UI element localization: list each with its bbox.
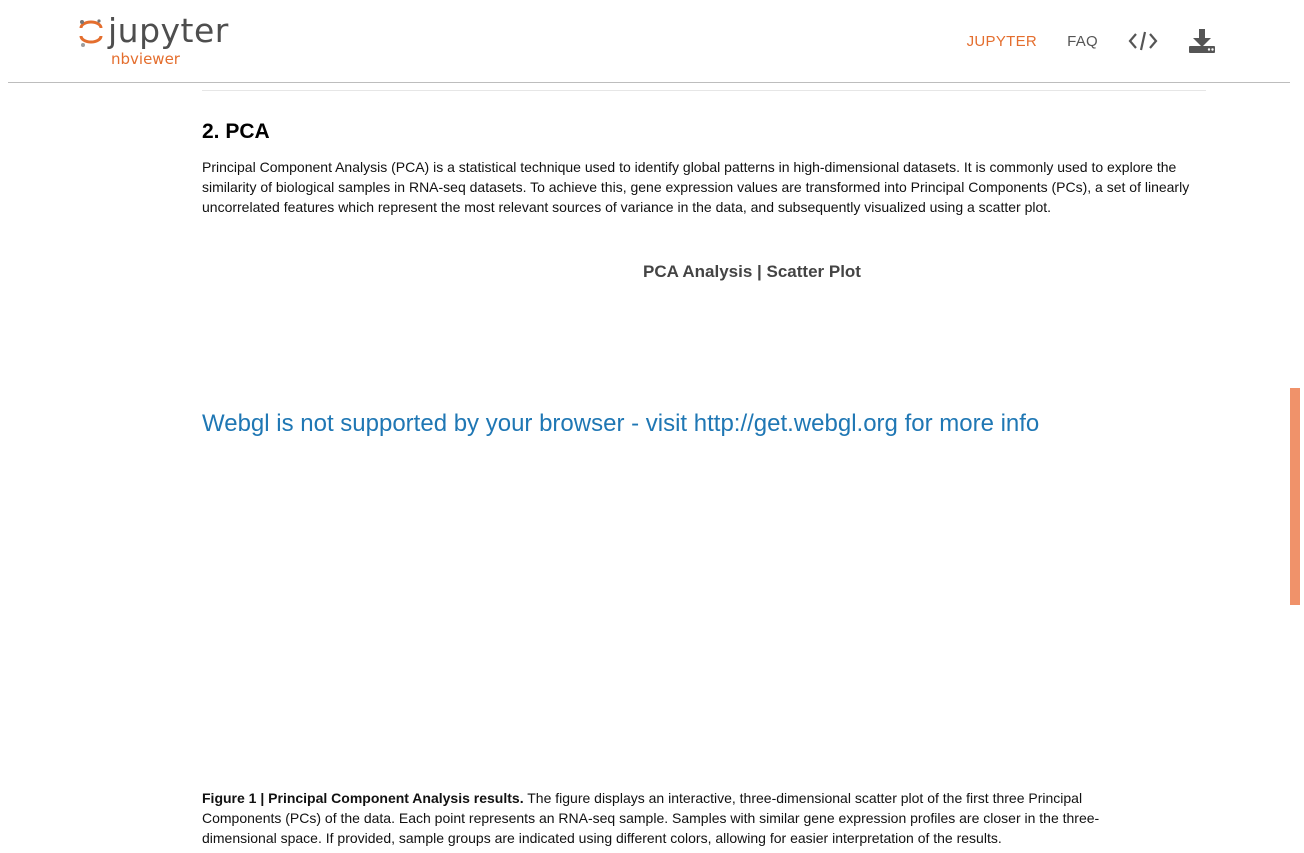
page-scrollbar[interactable] xyxy=(1290,0,1300,853)
jupyter-logo-icon xyxy=(78,18,104,48)
nav-links: JUPYTER FAQ xyxy=(937,24,1216,58)
nav-link-jupyter[interactable]: JUPYTER xyxy=(967,33,1037,50)
section-heading: 2. PCA xyxy=(202,120,270,143)
download-icon[interactable] xyxy=(1188,28,1216,54)
figure-caption: Figure 1 | Principal Component Analysis … xyxy=(202,788,1132,848)
top-navbar: jupyter nbviewer JUPYTER FAQ xyxy=(8,0,1290,83)
scrollbar-thumb[interactable] xyxy=(1290,388,1300,605)
figure-caption-label: Figure 1 | Principal Component Analysis … xyxy=(202,790,524,806)
logo-wordmark: jupyter xyxy=(108,11,229,50)
nav-link-faq[interactable]: FAQ xyxy=(1067,33,1098,50)
notebook-content: 2. PCA Principal Component Analysis (PCA… xyxy=(202,90,1206,846)
code-icon[interactable] xyxy=(1128,30,1158,52)
plot-title: PCA Analysis | Scatter Plot xyxy=(643,262,861,281)
divider xyxy=(202,90,1206,91)
webgl-unsupported-message[interactable]: Webgl is not supported by your browser -… xyxy=(202,409,1206,439)
jupyter-nbviewer-logo[interactable]: jupyter nbviewer xyxy=(78,12,248,72)
logo-subtitle: nbviewer xyxy=(111,50,180,68)
pca-description: Principal Component Analysis (PCA) is a … xyxy=(202,159,1190,215)
